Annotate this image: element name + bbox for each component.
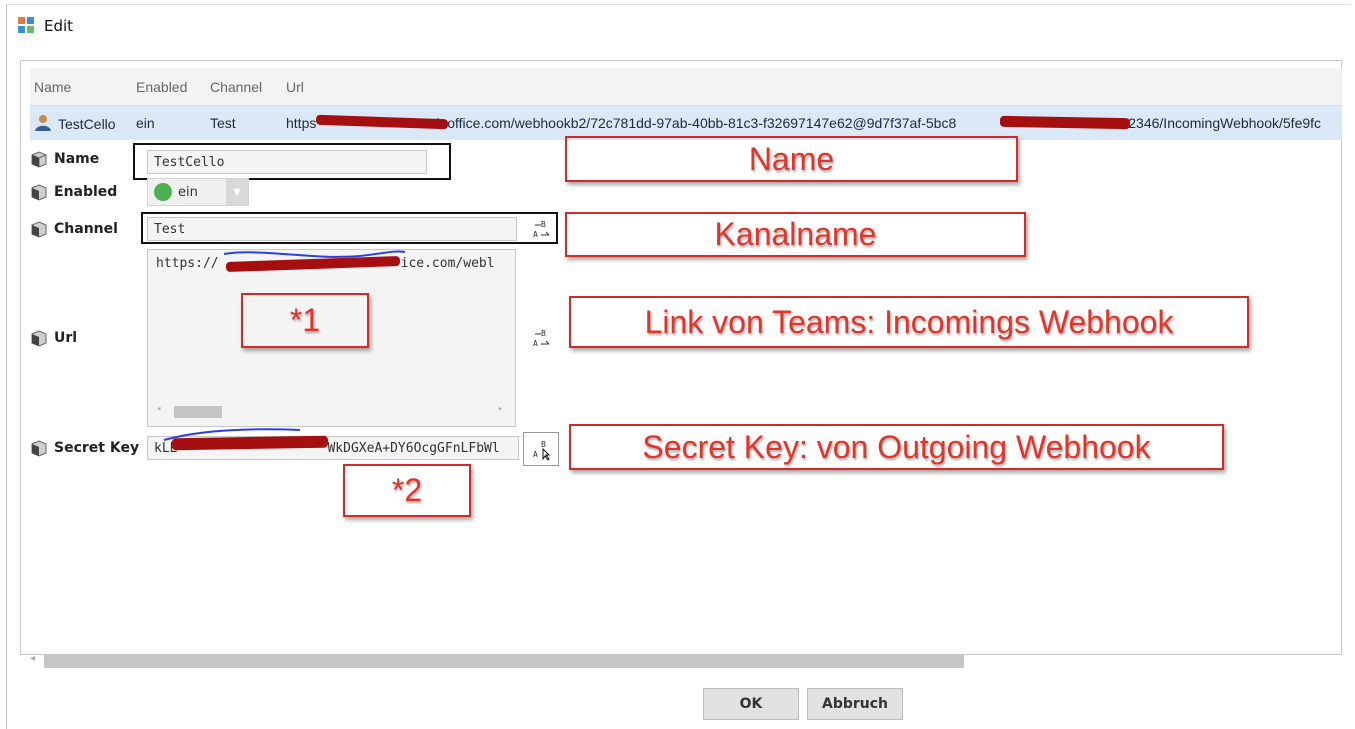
secret-label-text: Secret Key [54,440,140,456]
svg-text:B: B [541,329,546,338]
redaction-mark [999,115,1131,130]
row-name-cell: TestCello [34,114,116,132]
app-grid-icon [18,17,36,35]
scribble-mark [223,250,406,258]
table-row[interactable]: TestCello ein Test https k.office.com/web… [30,106,1342,140]
scroll-right-icon[interactable]: ▸ [498,404,503,414]
svg-text:A: A [533,450,538,459]
green-dot-icon [154,183,172,201]
cube-icon [31,221,47,238]
annotation-channel: Kanalname [565,212,1026,257]
secret-label: Secret Key [30,439,139,457]
header-url[interactable]: Url [286,79,304,95]
text-ab-icon: BA [533,440,551,461]
header-enabled[interactable]: Enabled [136,79,187,95]
cube-icon [31,330,47,347]
scrollbar-thumb[interactable] [44,654,964,668]
highlight-frame [133,143,451,180]
window-title: Edit [44,17,74,35]
chevron-down-icon[interactable]: ▼ [226,179,248,205]
url-label-text: Url [54,330,78,346]
horizontal-scrollbar[interactable]: ◂ [30,653,1330,669]
cancel-button[interactable]: Abbruch [807,688,903,720]
url-label: Url [30,329,77,347]
user-icon [35,115,51,131]
svg-text:B: B [541,440,546,449]
title-bar: Edit [18,14,73,38]
scroll-left-icon[interactable]: ◂ [30,653,35,664]
annotation-secret: Secret Key: von Outgoing Webhook [569,424,1224,470]
annotation-note2: *2 [343,464,471,517]
channel-label: Channel [30,220,118,238]
row-name: TestCello [58,116,116,132]
highlight-frame [141,212,558,244]
name-label: Name [30,150,99,168]
url-value-prefix: https:// [156,256,219,271]
cube-icon [31,184,47,201]
row-url-prefix: https [286,115,317,131]
row-enabled: ein [136,115,155,131]
text-ab-icon[interactable]: BA [531,328,553,350]
enabled-label: Enabled [30,183,117,201]
row-url-middle: k.office.com/webhookb2/72c781dd-97ab-40b… [436,115,957,131]
scroll-left-icon[interactable]: ◂ [156,404,161,414]
annotation-note1: *1 [241,293,369,348]
table-header: Name Enabled Channel Url [30,68,1342,106]
ok-button[interactable]: OK [703,688,799,720]
annotation-url: Link von Teams: Incomings Webhook [569,296,1249,348]
name-label-text: Name [54,151,100,167]
url-value-suffix: ice.com/webl [400,256,495,271]
svg-text:A: A [533,339,538,348]
enabled-label-text: Enabled [54,184,118,200]
annotation-name: Name [565,136,1018,182]
enabled-select[interactable]: ein ▼ [147,178,249,206]
row-url-suffix: 2346/IncomingWebhook/5fe9fc [1128,115,1322,131]
secret-value-suffix: WkDGXeA+DY6OcgGFnLFbWl [327,440,500,456]
header-name[interactable]: Name [34,79,71,95]
scribble-mark [163,428,301,441]
scrollbar-thumb[interactable] [174,406,222,418]
cube-icon [31,440,47,457]
cube-icon [31,151,47,168]
header-channel[interactable]: Channel [210,79,262,95]
channel-label-text: Channel [54,221,118,237]
url-horizontal-scrollbar[interactable]: ◂ ▸ [148,404,515,418]
webhook-table: Name Enabled Channel Url TestCello ein T… [30,68,1342,140]
enabled-value: ein [178,184,198,200]
generate-key-button[interactable]: BA [523,432,559,466]
row-channel: Test [210,115,236,131]
